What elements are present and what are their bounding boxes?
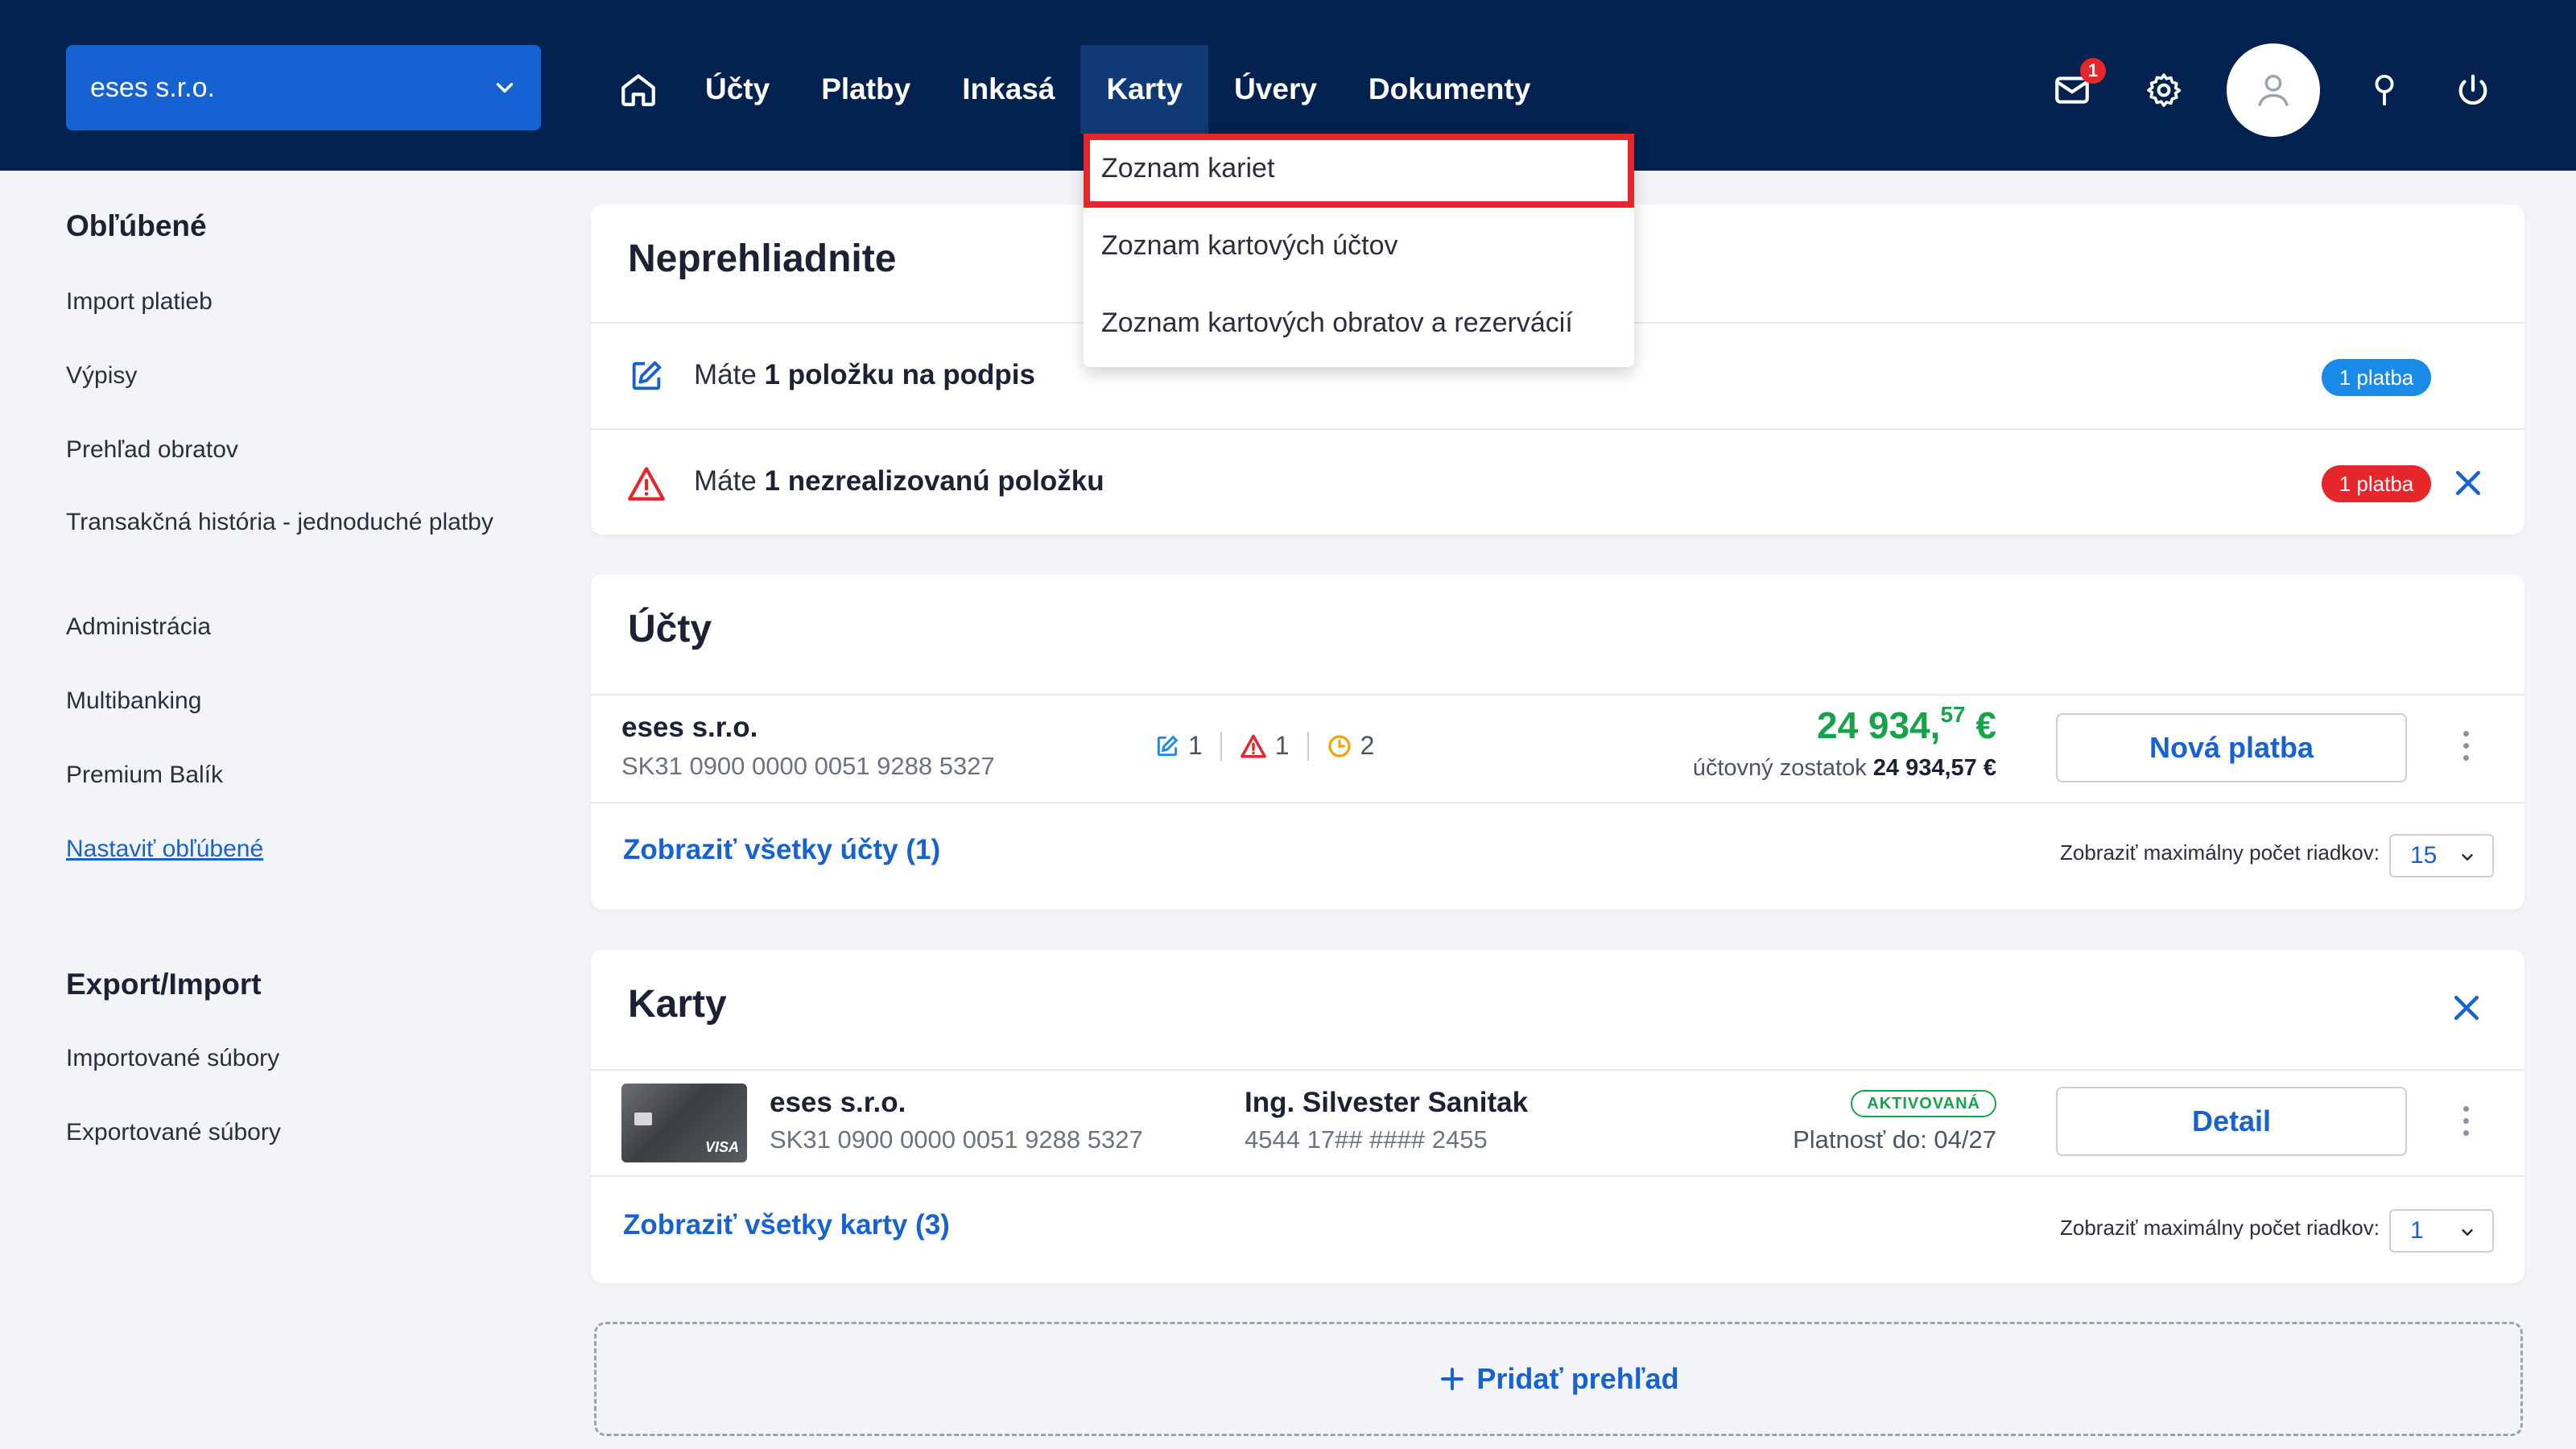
card-image: VISA <box>621 1084 747 1162</box>
card-account-name: eses s.r.o. <box>770 1087 906 1118</box>
card-chip <box>634 1113 652 1125</box>
accounts-rows-select[interactable]: 15 <box>2389 834 2494 877</box>
sidebar-item-prehlad-obratov[interactable]: Prehľad obratov <box>66 433 517 467</box>
card-detail-button[interactable]: Detail <box>2056 1087 2407 1156</box>
warning-icon <box>1240 734 1266 758</box>
accounts-card: Účty eses s.r.o. SK31 0900 0000 0051 928… <box>591 575 2524 910</box>
sidebar-item-vypisy[interactable]: Výpisy <box>66 359 517 393</box>
main-nav: Účty Platby Inkasá Karty Úvery Dokumenty <box>597 45 1556 134</box>
card-account-iban: SK31 0900 0000 0051 9288 5327 <box>770 1125 1143 1154</box>
menu-item-zoznam-kariet[interactable]: Zoznam kariet <box>1101 153 1274 184</box>
show-all-cards-link[interactable]: Zobraziť všetky karty (3) <box>623 1209 950 1241</box>
sidebar-item-importovane-subory[interactable]: Importované súbory <box>66 1042 517 1075</box>
chevron-down-icon <box>496 83 514 93</box>
card-row[interactable]: VISA eses s.r.o. SK31 0900 0000 0051 928… <box>591 1071 2524 1175</box>
sidebar-item-administracia[interactable]: Administrácia <box>66 610 517 644</box>
set-favorites-link[interactable]: Nastaviť obľúbené <box>66 832 517 866</box>
new-payment-button[interactable]: Nová platba <box>2056 713 2407 782</box>
export-import-heading: Export/Import <box>66 968 262 1001</box>
nav-inkasa[interactable]: Inkasá <box>936 45 1080 134</box>
add-overview-button[interactable]: Pridať prehľad <box>594 1322 2523 1436</box>
cards-rows-select[interactable]: 1 <box>2389 1209 2494 1253</box>
favorites-heading: Obľúbené <box>66 209 207 242</box>
clock-icon <box>1327 734 1351 758</box>
sidebar-item-multibanking[interactable]: Multibanking <box>66 684 517 718</box>
menu-item-zoznam-kartovych-uctov[interactable]: Zoznam kartových účtov <box>1101 230 1397 262</box>
close-icon[interactable] <box>2449 990 2484 1026</box>
warning-icon <box>628 467 665 501</box>
account-name: eses s.r.o. <box>621 712 758 743</box>
location-pin-icon <box>2375 74 2394 106</box>
nav-dokumenty[interactable]: Dokumenty <box>1343 45 1556 134</box>
close-icon[interactable] <box>2450 465 2486 501</box>
card-number: 4544 17## #### 2455 <box>1245 1125 1488 1154</box>
user-avatar[interactable] <box>2227 43 2320 137</box>
sign-badge: 1 platba <box>2322 359 2431 396</box>
to-sign-count[interactable]: 1 <box>1154 731 1203 761</box>
edit-icon <box>632 361 662 390</box>
logout-button[interactable] <box>2450 68 2496 113</box>
user-icon <box>2257 74 2289 107</box>
separator <box>1307 731 1309 761</box>
card-more-menu[interactable] <box>2454 1106 2478 1136</box>
plus-icon <box>1441 1368 1464 1390</box>
notice-row-unrealized[interactable]: Máte 1 nezrealizovanú položku 1 platba <box>591 430 2524 535</box>
sidebar-item-premium-balik[interactable]: Premium Balík <box>66 758 517 792</box>
account-ledger-balance: účtovný zostatok 24 934,57 € <box>1692 755 1996 781</box>
messages-button[interactable]: 1 <box>2050 58 2106 113</box>
card-validity: Platnosť do: 04/27 <box>1793 1125 1996 1154</box>
edit-icon <box>1157 735 1179 756</box>
add-overview-label: Pridať prehľad <box>1476 1362 1679 1395</box>
rows-label: Zobraziť maximálny počet riadkov: <box>2059 840 2380 865</box>
gear-icon <box>2147 73 2182 107</box>
account-iban: SK31 0900 0000 0051 9288 5327 <box>621 752 995 780</box>
power-icon <box>2458 74 2487 105</box>
sidebar-item-import-platieb[interactable]: Import platieb <box>66 285 517 319</box>
divider <box>591 802 2524 803</box>
account-more-menu[interactable] <box>2454 731 2478 761</box>
company-selector[interactable]: eses s.r.o. <box>66 45 541 130</box>
chevron-down-icon <box>2462 1229 2473 1236</box>
nav-platby[interactable]: Platby <box>795 45 936 134</box>
notices-title: Neprehliadnite <box>628 237 897 280</box>
sidebar-item-exportovane-subory[interactable]: Exportované súbory <box>66 1116 517 1150</box>
pending-count[interactable]: 2 <box>1327 731 1374 761</box>
nav-karty[interactable]: Karty <box>1080 45 1209 134</box>
accounts-title: Účty <box>628 608 712 650</box>
home-button[interactable] <box>597 45 679 134</box>
warning-count[interactable]: 1 <box>1240 731 1290 761</box>
mail-badge: 1 <box>2080 58 2106 84</box>
karty-dropdown-menu: Zoznam kariet Zoznam kartových účtov Zoz… <box>1084 134 1634 367</box>
notice-text-sign: Máte 1 položku na podpis <box>694 359 1035 390</box>
account-balance: 24 934,57 € <box>1816 702 1996 746</box>
menu-item-zoznam-kartovych-obratov[interactable]: Zoznam kartových obratov a rezervácií <box>1101 308 1573 339</box>
nav-ucty[interactable]: Účty <box>679 45 795 134</box>
sidebar-item-transakcna-historia[interactable]: Transakčná história - jednoduché platby <box>66 506 517 539</box>
home-icon <box>621 74 655 106</box>
cards-title: Karty <box>628 983 727 1026</box>
rows-label: Zobraziť maximálny počet riadkov: <box>2059 1216 2380 1240</box>
nav-uvery[interactable]: Úvery <box>1208 45 1343 134</box>
location-button[interactable] <box>2362 68 2407 113</box>
chevron-down-icon <box>2462 854 2473 861</box>
settings-button[interactable] <box>2141 68 2186 113</box>
card-status-badge: AKTIVOVANÁ <box>1851 1090 1996 1117</box>
visa-logo: VISA <box>704 1139 739 1155</box>
account-row[interactable]: eses s.r.o. SK31 0900 0000 0051 9288 532… <box>591 696 2524 802</box>
show-all-accounts-link[interactable]: Zobraziť všetky účty (1) <box>623 834 940 866</box>
notice-text-unrealized: Máte 1 nezrealizovanú položku <box>694 465 1104 497</box>
company-selector-label: eses s.r.o. <box>90 72 215 103</box>
divider <box>591 1175 2524 1177</box>
cards-card: Karty VISA eses s.r.o. SK31 0900 0000 00… <box>591 950 2524 1283</box>
separator <box>1220 731 1222 761</box>
unrealized-badge: 1 platba <box>2322 465 2431 502</box>
account-status-group: 1 1 2 <box>1154 731 1374 761</box>
card-holder: Ing. Silvester Sanitak <box>1245 1087 1529 1118</box>
